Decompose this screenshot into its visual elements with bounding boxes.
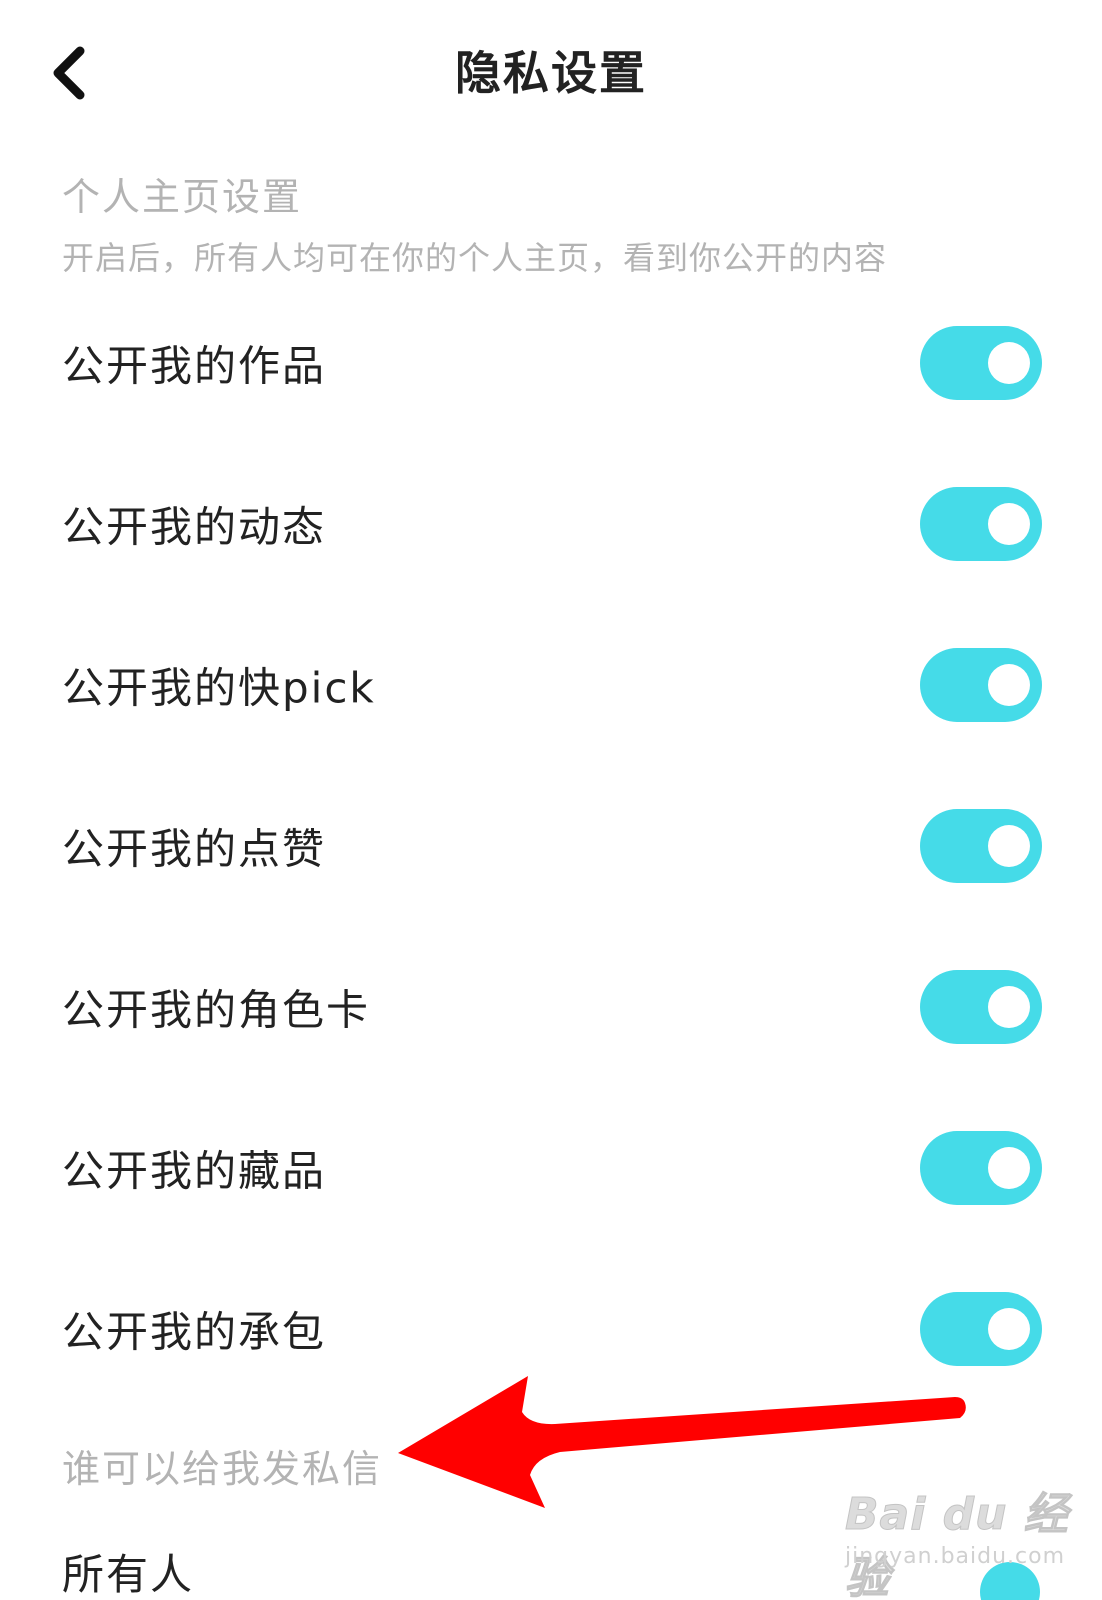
setting-label: 公开我的点赞 xyxy=(62,824,327,874)
setting-row-works[interactable]: 公开我的作品 xyxy=(0,288,1102,438)
header-bar: 隐私设置 xyxy=(0,0,1102,150)
toggle-knob xyxy=(988,986,1030,1028)
setting-label: 公开我的动态 xyxy=(62,502,327,552)
section-description-profile: 开启后，所有人均可在你的个人主页，看到你公开的内容 xyxy=(62,239,888,277)
toggle-switch-sponsorship[interactable] xyxy=(920,1292,1042,1366)
watermark-url: jingyan.baidu.com xyxy=(845,1544,1066,1569)
toggle-knob xyxy=(988,1147,1030,1189)
message-option-everyone[interactable]: 所有人 xyxy=(62,1545,194,1600)
setting-row-quick-pick[interactable]: 公开我的快pick xyxy=(0,610,1102,760)
setting-row-likes[interactable]: 公开我的点赞 xyxy=(0,771,1102,921)
toggle-switch-collection[interactable] xyxy=(920,1131,1042,1205)
setting-label: 公开我的承包 xyxy=(62,1307,327,1357)
baidu-watermark: Bai du 经验 jingyan.baidu.com xyxy=(845,1478,1085,1600)
toggle-knob xyxy=(988,664,1030,706)
toggle-knob xyxy=(988,1308,1030,1350)
setting-label: 公开我的作品 xyxy=(62,341,327,391)
toggle-knob xyxy=(988,825,1030,867)
toggle-switch-moments[interactable] xyxy=(920,487,1042,561)
setting-row-collection[interactable]: 公开我的藏品 xyxy=(0,1093,1102,1243)
toggle-knob xyxy=(988,503,1030,545)
toggle-switch-character-card[interactable] xyxy=(920,970,1042,1044)
privacy-settings-page: 隐私设置 个人主页设置 开启后，所有人均可在你的个人主页，看到你公开的内容 公开… xyxy=(0,0,1102,1600)
setting-row-moments[interactable]: 公开我的动态 xyxy=(0,449,1102,599)
toggle-switch-quick-pick[interactable] xyxy=(920,648,1042,722)
toggle-switch-works[interactable] xyxy=(920,326,1042,400)
page-title: 隐私设置 xyxy=(455,46,647,100)
setting-label: 公开我的藏品 xyxy=(62,1146,327,1196)
setting-row-character-card[interactable]: 公开我的角色卡 xyxy=(0,932,1102,1082)
setting-label: 公开我的快pick xyxy=(62,663,376,713)
toggle-knob xyxy=(988,342,1030,384)
section-title-messages: 谁可以给我发私信 xyxy=(62,1447,383,1491)
watermark-logo: Bai du 经验 xyxy=(845,1489,1069,1600)
setting-row-sponsorship[interactable]: 公开我的承包 xyxy=(0,1254,1102,1404)
toggle-switch-likes[interactable] xyxy=(920,809,1042,883)
check-icon xyxy=(980,1562,1040,1600)
section-title-profile: 个人主页设置 xyxy=(62,175,303,219)
setting-label: 公开我的角色卡 xyxy=(62,985,371,1035)
